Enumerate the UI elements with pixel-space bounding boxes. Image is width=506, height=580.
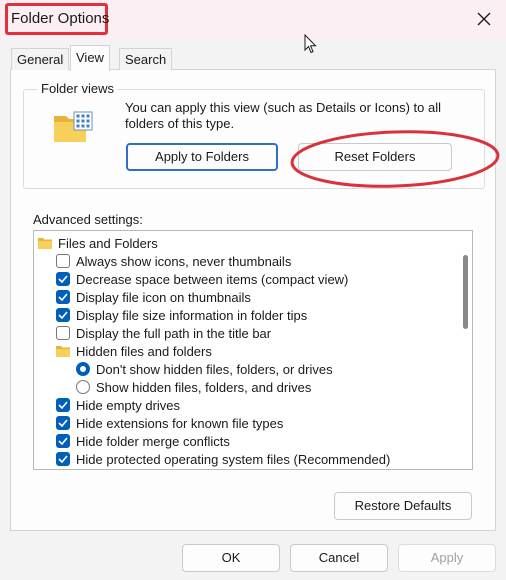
option-label: Show hidden files, folders, and drives: [96, 379, 312, 395]
advanced-settings-list[interactable]: Files and Folders Always show icons, neve…: [33, 230, 473, 470]
checkbox-option-row[interactable]: Display file size information in folder …: [56, 306, 307, 324]
tab-view[interactable]: View: [70, 45, 110, 71]
checkbox-option-row[interactable]: Always show icons, never thumbnails: [56, 252, 291, 270]
folder-icon: [56, 346, 70, 357]
cancel-button[interactable]: Cancel: [290, 544, 388, 572]
checkbox-checked[interactable]: [56, 434, 70, 448]
radio-option-row[interactable]: Don't show hidden files, folders, or dri…: [76, 360, 333, 378]
option-label: Decrease space between items (compact vi…: [76, 271, 349, 287]
checkbox-checked[interactable]: [56, 272, 70, 286]
folder-view-icon: [54, 111, 93, 142]
checkbox-checked[interactable]: [56, 308, 70, 322]
radio-option-row[interactable]: Show hidden files, folders, and drives: [76, 378, 311, 396]
checkbox-option-row[interactable]: Display file icon on thumbnails: [56, 288, 251, 306]
checkbox-checked[interactable]: [56, 398, 70, 412]
checkmark-icon: [58, 311, 68, 319]
checkbox-checked[interactable]: [56, 416, 70, 430]
close-icon: [477, 12, 491, 26]
settings-group-row: Files and Folders: [38, 234, 158, 252]
folder-views-heading: Folder views: [38, 81, 117, 96]
checkmark-icon: [58, 293, 68, 301]
option-label: Display file size information in folder …: [76, 307, 308, 323]
apply-to-folders-button[interactable]: Apply to Folders: [126, 143, 278, 171]
checkmark-icon: [58, 419, 68, 427]
apply-button[interactable]: Apply: [398, 544, 496, 572]
option-label: Display the full path in the title bar: [76, 325, 272, 341]
radio-unselected[interactable]: [76, 380, 90, 394]
option-label: Hide empty drives: [76, 397, 181, 413]
advanced-settings-label: Advanced settings:: [33, 212, 143, 227]
option-label: Hide extensions for known file types: [76, 415, 284, 431]
ok-button[interactable]: OK: [182, 544, 280, 572]
checkbox-unchecked[interactable]: [56, 326, 70, 340]
checkbox-option-row[interactable]: Display the full path in the title bar: [56, 324, 271, 342]
checkbox-checked[interactable]: [56, 452, 70, 466]
option-label: Hide folder merge conflicts: [76, 433, 230, 449]
tab-general[interactable]: General: [11, 48, 70, 70]
checkmark-icon: [58, 275, 68, 283]
scrollbar-thumb[interactable]: [463, 255, 468, 329]
checkbox-option-row[interactable]: Decrease space between items (compact vi…: [56, 270, 348, 288]
option-label: Display file icon on thumbnails: [76, 289, 251, 305]
checkbox-checked[interactable]: [56, 290, 70, 304]
checkmark-icon: [58, 401, 68, 409]
checkbox-option-row[interactable]: Hide folder merge conflicts: [56, 432, 230, 450]
option-label: Always show icons, never thumbnails: [76, 253, 292, 269]
reset-annotation-ellipse: [290, 130, 500, 188]
checkmark-icon: [58, 455, 68, 463]
checkbox-option-row[interactable]: Hide extensions for known file types: [56, 414, 283, 432]
checkbox-unchecked[interactable]: [56, 254, 70, 268]
restore-defaults-button[interactable]: Restore Defaults: [334, 492, 472, 520]
settings-group-row: Hidden files and folders: [56, 342, 212, 360]
option-label: Hidden files and folders: [76, 343, 212, 359]
option-label: Hide protected operating system files (R…: [76, 451, 391, 467]
mouse-cursor-icon: [304, 34, 317, 54]
folder-icon: [38, 238, 52, 249]
scrollbar[interactable]: [458, 231, 472, 469]
tab-search[interactable]: Search: [119, 48, 173, 70]
checkmark-icon: [58, 437, 68, 445]
close-button[interactable]: [466, 4, 502, 34]
checkbox-option-row[interactable]: Hide empty drives: [56, 396, 180, 414]
option-label: Files and Folders: [58, 235, 158, 251]
option-label: Don't show hidden files, folders, or dri…: [96, 361, 333, 377]
radio-selected[interactable]: [76, 362, 90, 376]
checkbox-option-row[interactable]: Hide protected operating system files (R…: [56, 450, 390, 468]
window-title: Folder Options: [11, 10, 110, 27]
